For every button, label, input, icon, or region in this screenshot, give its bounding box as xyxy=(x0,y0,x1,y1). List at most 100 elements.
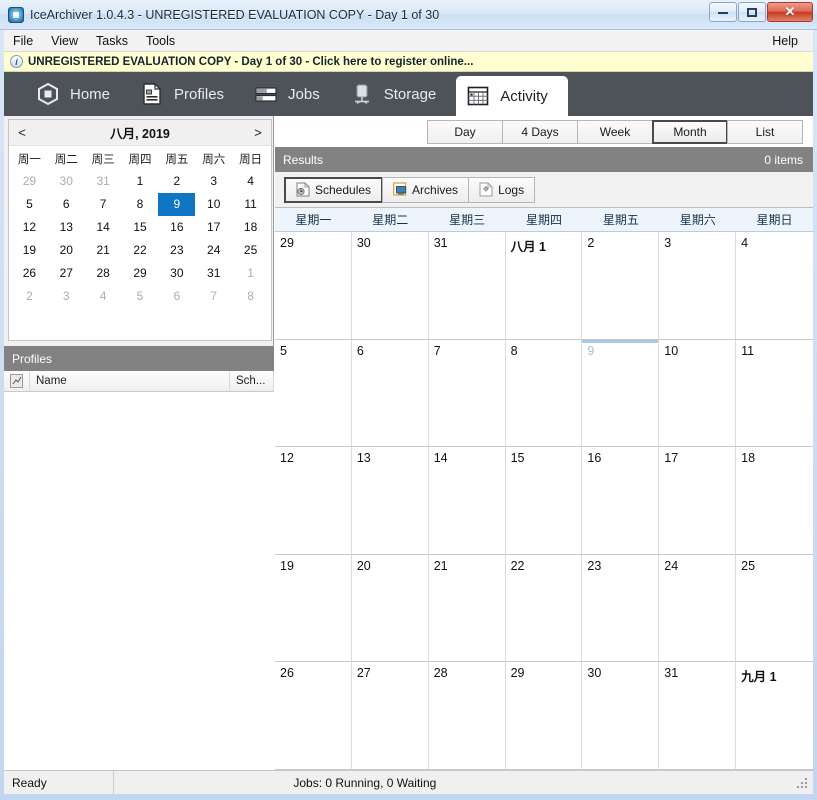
mini-calendar-day[interactable]: 16 xyxy=(158,216,195,239)
month-calendar-cell[interactable]: 31 xyxy=(428,232,506,340)
logs-button[interactable]: Logs xyxy=(468,176,536,203)
mini-calendar-day[interactable]: 26 xyxy=(11,262,48,285)
mini-calendar-day[interactable]: 1 xyxy=(232,262,269,285)
minimize-button[interactable] xyxy=(709,2,737,22)
mini-calendar-day[interactable]: 3 xyxy=(195,170,232,193)
mini-calendar-day[interactable]: 15 xyxy=(122,216,159,239)
view-button-day[interactable]: Day xyxy=(427,119,503,144)
month-calendar-cell[interactable]: 31 xyxy=(659,662,737,770)
mini-calendar-day[interactable]: 25 xyxy=(232,239,269,262)
mini-calendar-day[interactable]: 14 xyxy=(85,216,122,239)
mini-calendar-day[interactable]: 4 xyxy=(232,170,269,193)
profiles-column-schedule[interactable]: Sch... xyxy=(230,370,274,392)
mini-calendar-day[interactable]: 10 xyxy=(195,193,232,216)
mini-calendar-day[interactable]: 5 xyxy=(11,193,48,216)
mini-calendar-day[interactable]: 21 xyxy=(85,239,122,262)
menu-item-tasks[interactable]: Tasks xyxy=(87,32,137,50)
month-calendar-cell[interactable]: 3 xyxy=(659,232,737,340)
month-calendar-cell[interactable]: 6 xyxy=(351,339,429,448)
profiles-sort-column-header[interactable] xyxy=(4,370,30,392)
tab-storage[interactable]: Storage xyxy=(340,72,457,116)
mini-calendar-day[interactable]: 11 xyxy=(232,193,269,216)
month-calendar-cell[interactable]: 28 xyxy=(428,662,506,770)
month-calendar-cell[interactable]: 20 xyxy=(351,554,429,663)
mini-calendar-next-button[interactable]: > xyxy=(245,125,271,140)
month-calendar-cell[interactable]: 19 xyxy=(275,554,352,663)
month-calendar-cell[interactable]: 10 xyxy=(659,339,737,448)
month-calendar-cell[interactable]: 29 xyxy=(505,662,583,770)
month-calendar-cell[interactable]: 12 xyxy=(275,447,352,555)
month-calendar-cell[interactable]: 14 xyxy=(428,447,506,555)
mini-calendar-prev-button[interactable]: < xyxy=(9,125,35,140)
menu-item-help[interactable]: Help xyxy=(763,32,807,50)
mini-calendar-day[interactable]: 28 xyxy=(85,262,122,285)
month-calendar-cell[interactable]: 7 xyxy=(428,339,506,448)
schedules-button[interactable]: Schedules xyxy=(284,176,384,203)
month-calendar-cell[interactable]: 22 xyxy=(505,554,583,663)
menu-item-tools[interactable]: Tools xyxy=(137,32,184,50)
mini-calendar-day[interactable]: 27 xyxy=(48,262,85,285)
mini-calendar-day[interactable]: 6 xyxy=(158,285,195,308)
month-calendar-cell[interactable]: 21 xyxy=(428,554,506,663)
month-calendar-cell[interactable]: 9 xyxy=(582,339,660,448)
mini-calendar-day[interactable]: 5 xyxy=(122,285,159,308)
month-calendar-cell[interactable]: 25 xyxy=(736,554,813,663)
mini-calendar-day[interactable]: 13 xyxy=(48,216,85,239)
month-calendar-cell[interactable]: 15 xyxy=(505,447,583,555)
month-calendar-cell[interactable]: 九月 1 xyxy=(736,662,813,770)
month-calendar-cell[interactable]: 8 xyxy=(505,339,583,448)
mini-calendar-day[interactable]: 20 xyxy=(48,239,85,262)
month-calendar-cell[interactable]: 13 xyxy=(351,447,429,555)
mini-calendar-day[interactable]: 31 xyxy=(195,262,232,285)
month-calendar-cell[interactable]: 16 xyxy=(582,447,660,555)
view-button-list[interactable]: List xyxy=(727,119,803,144)
mini-calendar-day[interactable]: 12 xyxy=(11,216,48,239)
month-calendar-cell[interactable]: 4 xyxy=(736,232,813,340)
mini-calendar-day[interactable]: 22 xyxy=(122,239,159,262)
mini-calendar-day[interactable]: 30 xyxy=(48,170,85,193)
mini-calendar-day[interactable]: 9 xyxy=(158,193,196,216)
tab-activity[interactable]: Activity xyxy=(456,76,568,116)
month-calendar-cell[interactable]: 17 xyxy=(659,447,737,555)
mini-calendar-day[interactable]: 24 xyxy=(195,239,232,262)
month-calendar-cell[interactable]: 八月 1 xyxy=(505,232,583,340)
archives-button[interactable]: Archives xyxy=(382,176,470,203)
mini-calendar-day[interactable]: 29 xyxy=(122,262,159,285)
tab-jobs[interactable]: Jobs xyxy=(244,72,340,116)
mini-calendar-day[interactable]: 2 xyxy=(158,170,195,193)
mini-calendar-day[interactable]: 7 xyxy=(85,193,122,216)
mini-calendar-day[interactable]: 4 xyxy=(85,285,122,308)
mini-calendar-day[interactable]: 17 xyxy=(195,216,232,239)
month-calendar-cell[interactable]: 2 xyxy=(582,232,660,340)
mini-calendar-day[interactable]: 7 xyxy=(195,285,232,308)
month-calendar-cell[interactable]: 26 xyxy=(275,662,352,770)
mini-calendar-day[interactable]: 2 xyxy=(11,285,48,308)
month-calendar-cell[interactable]: 27 xyxy=(351,662,429,770)
mini-calendar-day[interactable]: 30 xyxy=(158,262,195,285)
mini-calendar-day[interactable]: 31 xyxy=(85,170,122,193)
view-button-week[interactable]: Week xyxy=(577,119,653,144)
month-calendar-cell[interactable]: 24 xyxy=(659,554,737,663)
month-calendar-cell[interactable]: 30 xyxy=(582,662,660,770)
mini-calendar-day[interactable]: 8 xyxy=(122,193,159,216)
evaluation-notice-bar[interactable]: i UNREGISTERED EVALUATION COPY - Day 1 o… xyxy=(4,52,813,72)
month-calendar-cell[interactable]: 18 xyxy=(736,447,813,555)
profiles-column-name[interactable]: Name xyxy=(30,370,230,392)
mini-calendar-day[interactable]: 6 xyxy=(48,193,85,216)
tab-home[interactable]: Home xyxy=(26,72,130,116)
menu-item-file[interactable]: File xyxy=(4,32,42,50)
menu-item-view[interactable]: View xyxy=(42,32,87,50)
tab-profiles[interactable]: Profiles xyxy=(130,72,244,116)
close-button[interactable]: ✕ xyxy=(767,2,813,22)
mini-calendar-day[interactable]: 19 xyxy=(11,239,48,262)
mini-calendar-day[interactable]: 3 xyxy=(48,285,85,308)
month-calendar-cell[interactable]: 5 xyxy=(275,339,352,448)
month-calendar-cell[interactable]: 23 xyxy=(582,554,660,663)
month-calendar-cell[interactable]: 11 xyxy=(736,339,813,448)
month-calendar-cell[interactable]: 30 xyxy=(351,232,429,340)
month-calendar-cell[interactable]: 29 xyxy=(275,232,352,340)
maximize-button[interactable] xyxy=(738,2,766,22)
resize-grip-icon[interactable] xyxy=(795,776,809,790)
view-button-4-days[interactable]: 4 Days xyxy=(502,119,578,144)
mini-calendar-day[interactable]: 29 xyxy=(11,170,48,193)
